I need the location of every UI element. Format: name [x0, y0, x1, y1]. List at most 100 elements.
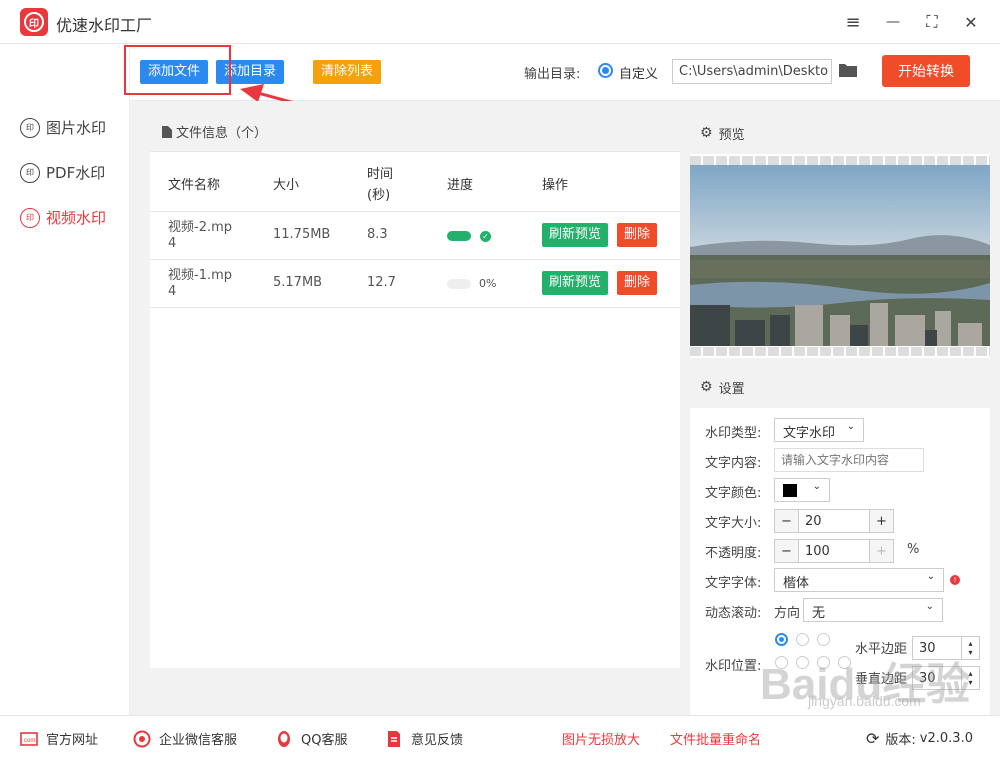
menu-icon[interactable]: ≡	[841, 10, 865, 34]
svg-text:com: com	[24, 738, 35, 744]
col-time-unit: (秒)	[367, 188, 391, 203]
website-label: 官方网址	[46, 733, 99, 748]
qq-label: QQ客服	[301, 733, 348, 748]
minus-button[interactable]: −	[775, 540, 799, 562]
website-link[interactable]: com 官方网址	[20, 729, 98, 748]
percent-sign: %	[907, 542, 920, 557]
gear-icon: ⚙	[700, 125, 713, 141]
text-content-input[interactable]	[774, 448, 924, 472]
position-radio-top-left[interactable]	[775, 633, 788, 646]
wechat-label: 企业微信客服	[159, 733, 238, 748]
custom-output-radio[interactable]	[598, 63, 613, 78]
preview-title: 预览	[718, 127, 745, 143]
check-icon: ✓	[480, 231, 491, 242]
feedback-link[interactable]: 意见反馈	[385, 729, 463, 748]
qq-icon	[278, 730, 290, 747]
direction-select[interactable]: 无 ⌄	[803, 598, 943, 622]
app-logo: 印	[20, 8, 48, 36]
output-path-input[interactable]: C:\Users\admin\Deskto	[672, 59, 832, 84]
watermark-type-select[interactable]: 文字水印 ⌄	[774, 418, 864, 442]
file-size: 11.75MB	[273, 227, 331, 242]
maximize-icon[interactable]: ⛶	[920, 10, 944, 34]
custom-output-label: 自定义	[619, 67, 659, 82]
batch-rename-link[interactable]: 文件批量重命名	[670, 729, 761, 748]
col-actions: 操作	[542, 178, 569, 193]
feedback-icon	[388, 730, 400, 747]
refresh-icon: ⟳	[866, 729, 880, 748]
chevron-down-icon: ⌄	[926, 571, 935, 582]
file-name: 视频-1.mp	[168, 268, 233, 283]
minus-button[interactable]: −	[775, 510, 799, 532]
qq-service-link[interactable]: QQ客服	[275, 729, 347, 748]
website-icon: com	[20, 731, 38, 746]
file-size: 5.17MB	[273, 275, 323, 290]
close-icon[interactable]: ✕	[959, 10, 983, 34]
settings-title: 设置	[718, 381, 745, 397]
footer: com 官方网址 企业微信客服 QQ客服 意见反馈 图片无损放大 文件批量重命名…	[0, 715, 1000, 760]
color-swatch	[783, 484, 797, 497]
app-title: 优速水印工厂	[56, 16, 153, 35]
text-size-label: 文字大小:	[705, 516, 762, 531]
chevron-down-icon: ⌄	[846, 421, 855, 432]
file-panel-header: 文件信息（个）	[150, 112, 680, 152]
position-label: 水印位置:	[705, 659, 762, 674]
table-row: 视频-2.mp 4 11.75MB 8.3 ✓ 刷新预览 删除	[150, 212, 680, 260]
file-name: 视频-2.mp	[168, 220, 233, 235]
progress-text: 0%	[479, 277, 497, 290]
direction-label: 方向	[774, 606, 801, 621]
start-convert-button[interactable]: 开始转换	[882, 55, 970, 87]
highlight-box	[124, 45, 231, 95]
wechat-icon	[133, 730, 151, 747]
position-radio-top-center[interactable]	[796, 633, 809, 646]
image-enlarge-link[interactable]: 图片无损放大	[562, 729, 640, 748]
watermark-icon: 印	[20, 207, 40, 228]
sidebar-item-pdf-watermark[interactable]: 印 PDF水印	[20, 162, 105, 183]
version-value: v2.0.3.0	[919, 731, 973, 746]
plus-button[interactable]: +	[869, 510, 893, 532]
delete-button[interactable]: 删除	[617, 223, 658, 247]
film-strip-bottom	[690, 347, 990, 356]
wechat-service-link[interactable]: 企业微信客服	[133, 729, 237, 748]
delete-button[interactable]: 删除	[617, 271, 658, 295]
output-dir-label: 输出目录:	[524, 67, 581, 82]
text-content-label: 文字内容:	[705, 456, 762, 471]
refresh-preview-button[interactable]: 刷新预览	[542, 271, 609, 295]
sidebar-item-video-watermark[interactable]: 印 视频水印	[20, 207, 106, 228]
chevron-down-icon: ⌄	[812, 481, 821, 492]
watermark-icon: 印	[20, 162, 40, 183]
film-strip-top	[690, 156, 990, 165]
minimize-icon[interactable]: —	[881, 10, 905, 34]
folder-icon[interactable]	[838, 62, 858, 78]
refresh-preview-button[interactable]: 刷新预览	[542, 223, 609, 247]
warning-icon[interactable]: !	[950, 575, 960, 585]
font-label: 文字字体:	[705, 576, 762, 591]
file-name-cont: 4	[168, 284, 177, 299]
font-select[interactable]: 楷体 ⌄	[774, 568, 944, 592]
chevron-down-icon: ⌄	[925, 601, 934, 612]
file-name-cont: 4	[168, 236, 177, 251]
col-name: 文件名称	[168, 178, 221, 193]
text-size-stepper[interactable]: − 20 +	[774, 509, 894, 533]
opacity-stepper[interactable]: − 100 +	[774, 539, 894, 563]
file-duration: 12.7	[367, 275, 396, 290]
opacity-label: 不透明度:	[705, 546, 762, 561]
scroll-label: 动态滚动:	[705, 606, 762, 621]
opacity-value[interactable]: 100	[799, 540, 869, 562]
sidebar: 印 图片水印 印 PDF水印 印 视频水印	[0, 45, 130, 715]
version-info[interactable]: ⟳ 版本: v2.0.3.0	[866, 729, 973, 748]
watermark-type-value: 文字水印	[783, 426, 836, 441]
version-label: 版本:	[885, 733, 916, 748]
preview-image	[690, 165, 990, 346]
progress-fill	[447, 231, 471, 241]
text-size-value[interactable]: 20	[799, 510, 869, 532]
file-icon	[162, 125, 172, 138]
plus-button[interactable]: +	[869, 540, 893, 562]
col-size: 大小	[273, 178, 300, 193]
text-color-label: 文字颜色:	[705, 486, 762, 501]
position-radio-top-right[interactable]	[817, 633, 830, 646]
text-color-picker[interactable]: ⌄	[774, 478, 830, 502]
sidebar-item-label: 视频水印	[46, 209, 107, 227]
sidebar-item-image-watermark[interactable]: 印 图片水印	[20, 117, 106, 138]
table-header: 文件名称 大小 时间 (秒) 进度 操作	[150, 152, 680, 212]
col-time: 时间	[367, 167, 394, 182]
